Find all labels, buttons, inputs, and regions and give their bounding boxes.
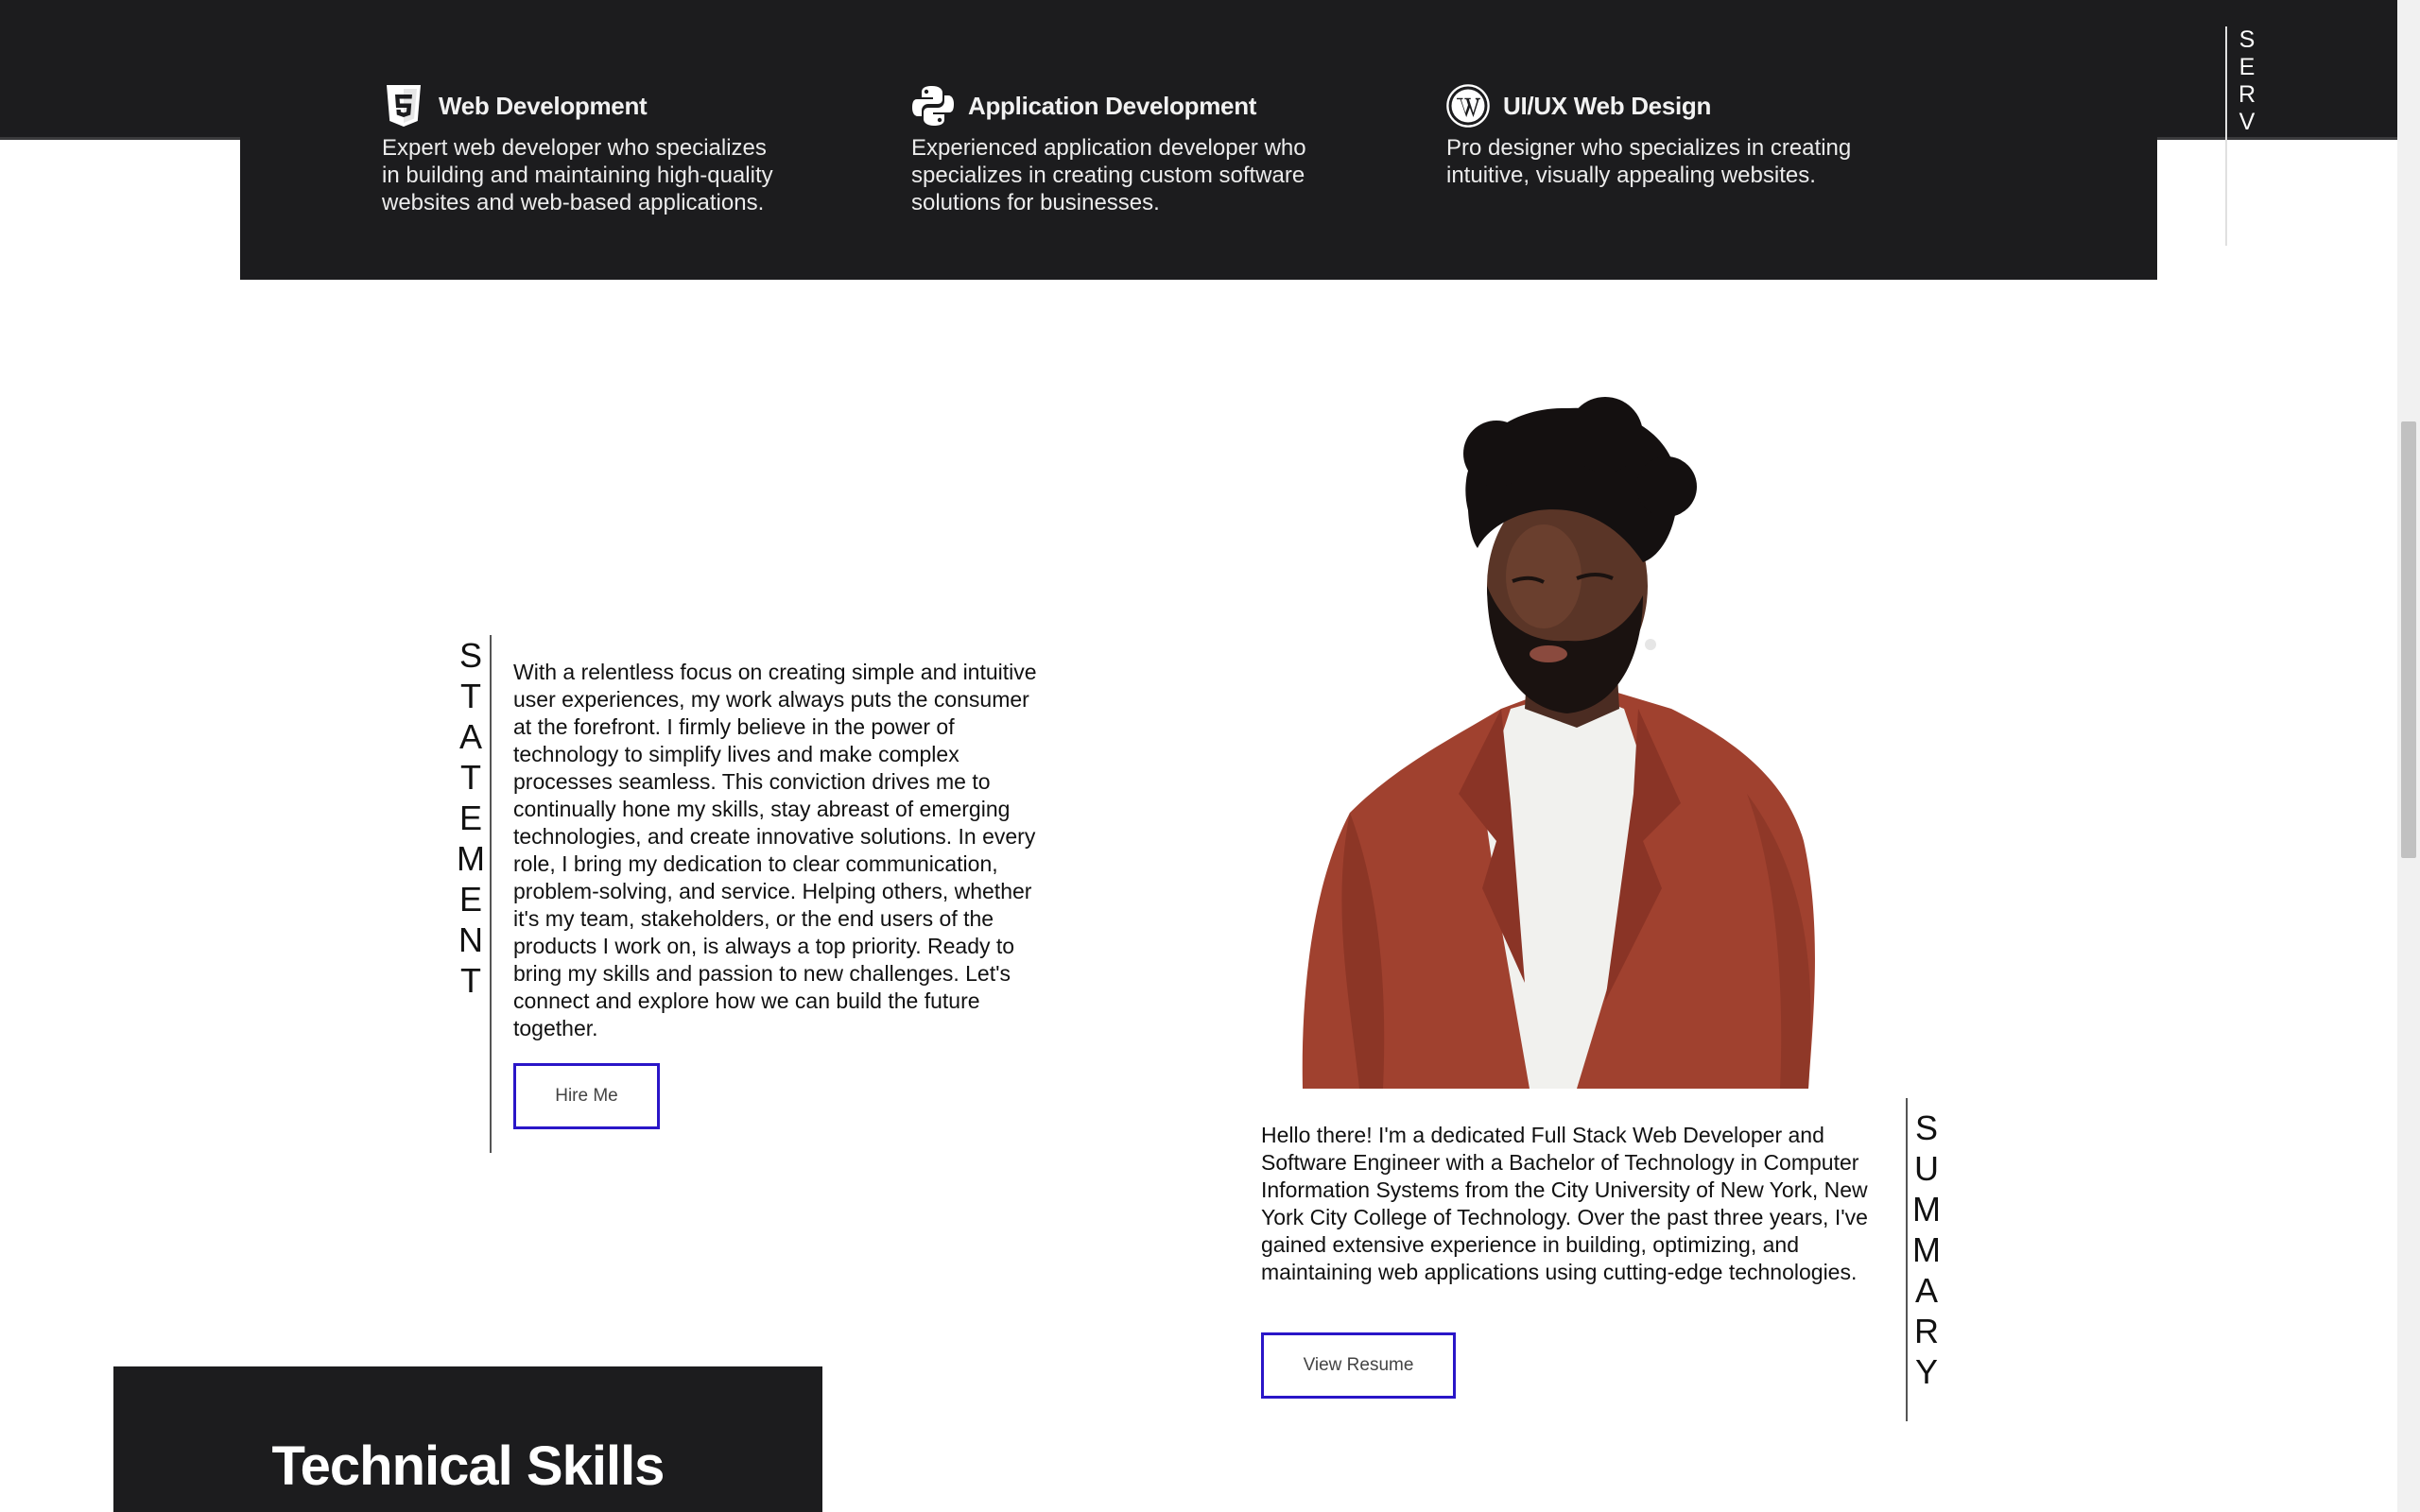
summary-vertical-label: SUMMARY	[1908, 1108, 1945, 1392]
services-section: Web Development Expert web developer who…	[240, 0, 2256, 280]
vertical-label-letter: E	[458, 799, 482, 837]
service-description: Expert web developer who specializes in …	[382, 135, 773, 215]
python-icon	[911, 84, 955, 128]
profile-portrait	[1293, 397, 1832, 1089]
technical-skills-section: Technical Skills	[113, 1366, 822, 1512]
service-card-web-development: Web Development Expert web developer who…	[382, 83, 779, 216]
vertical-label-letter: R	[1914, 1312, 1939, 1350]
vertical-label-letter: E	[2238, 54, 2256, 80]
vertical-label-letter: T	[460, 961, 481, 1000]
vertical-label-letter: S	[1914, 1108, 1938, 1147]
vertical-label-letter: S	[2238, 218, 2256, 245]
statement-vertical-label: STATEMENT	[452, 635, 490, 1001]
service-title: UI/UX Web Design	[1503, 91, 1712, 120]
vertical-label-letter: T	[460, 758, 481, 797]
vertical-label-letter: I	[2243, 136, 2251, 163]
services-vertical-label: SERVICES	[2225, 26, 2256, 246]
vertical-label-letter: A	[458, 717, 482, 756]
vertical-label-letter: U	[1914, 1149, 1939, 1188]
wordpress-icon	[1446, 84, 1490, 128]
statement-divider	[490, 635, 492, 1153]
service-description: Pro designer who specializes in creating…	[1446, 135, 1852, 188]
vertical-label-letter: V	[2238, 109, 2256, 135]
vertical-label-letter: N	[458, 920, 483, 959]
vertical-label-letter: Y	[1914, 1352, 1938, 1391]
vertical-label-letter: S	[458, 636, 482, 675]
vertical-label-letter: M	[1912, 1230, 1941, 1269]
html5-icon	[382, 84, 425, 128]
scrollbar-thumb[interactable]	[2401, 421, 2416, 858]
summary-text: Hello there! I'm a dedicated Full Stack …	[1261, 1123, 1868, 1284]
service-title: Application Development	[968, 91, 1257, 120]
vertical-label-letter: S	[2238, 26, 2256, 53]
service-title: Web Development	[439, 91, 648, 120]
hire-me-button[interactable]: Hire Me	[513, 1063, 660, 1129]
vertical-label-letter: C	[2238, 163, 2256, 190]
vertical-label-letter: A	[1914, 1271, 1938, 1310]
service-card-application-development: Application Development Experienced appl…	[911, 83, 1327, 216]
service-card-uiux-design: UI/UX Web Design Pro designer who specia…	[1446, 83, 1862, 189]
vertical-label-letter: M	[457, 839, 485, 878]
vertical-label-letter: R	[2238, 81, 2256, 108]
technical-skills-heading: Technical Skills	[271, 1435, 666, 1497]
vertical-label-letter: E	[458, 880, 482, 919]
vertical-label-letter: E	[2238, 191, 2256, 217]
service-description: Experienced application developer who sp…	[911, 135, 1306, 215]
vertical-label-letter: M	[1912, 1190, 1941, 1228]
view-resume-button[interactable]: View Resume	[1261, 1332, 1456, 1399]
statement-text: With a relentless focus on creating simp…	[513, 660, 1037, 1040]
page-scrollbar[interactable]	[2397, 0, 2420, 1512]
vertical-label-letter: T	[460, 677, 481, 715]
